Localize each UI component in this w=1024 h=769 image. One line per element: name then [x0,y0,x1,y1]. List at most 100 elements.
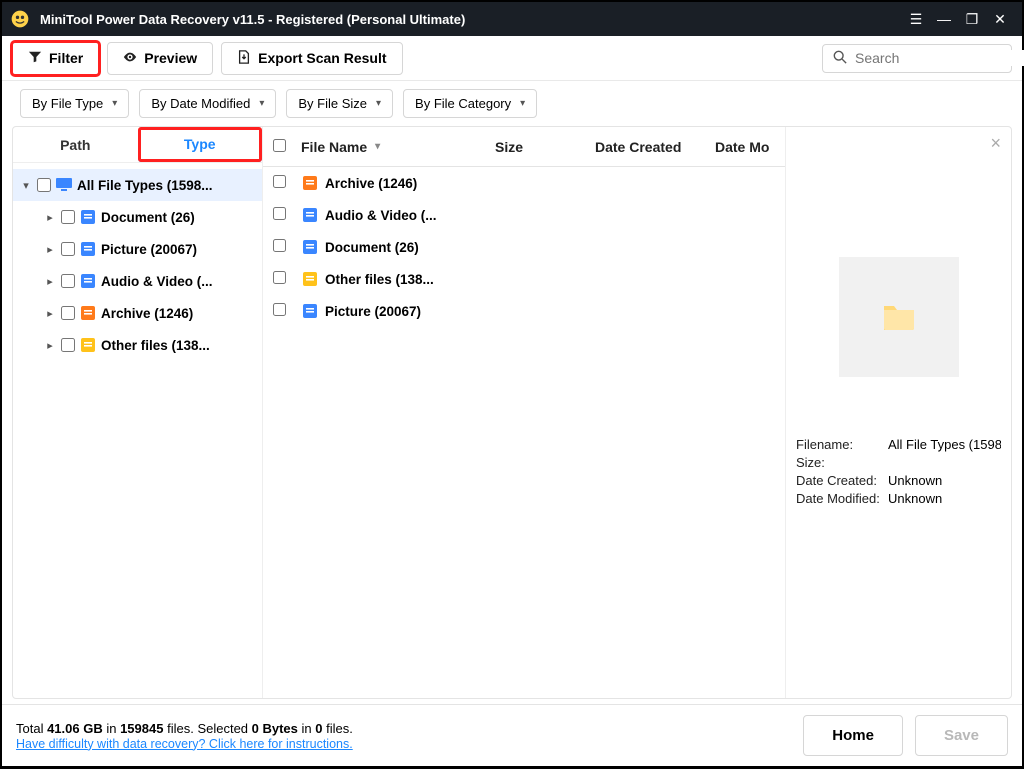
meta-date-created-value: Unknown [888,473,1001,488]
tree-item-label: Archive (1246) [101,306,193,321]
file-row[interactable]: Other files (138... [263,263,785,295]
select-all-checkbox[interactable] [273,139,286,152]
meta-date-created-label: Date Created: [796,473,888,488]
tree-item-checkbox[interactable] [61,210,75,224]
file-row[interactable]: Document (26) [263,231,785,263]
chevron-right-icon[interactable]: ▸ [43,243,57,256]
chevron-right-icon[interactable]: ▸ [43,339,57,352]
save-button[interactable]: Save [915,715,1008,756]
monitor-icon [55,176,73,194]
meta-date-modified-value: Unknown [888,491,1001,506]
tree-item[interactable]: ▸ Archive (1246) [13,297,262,329]
minimize-icon[interactable]: — [930,5,958,33]
row-checkbox[interactable] [273,239,286,252]
row-label: Picture (20067) [325,304,785,319]
tree-item-label: Document (26) [101,210,195,225]
meta-filename-label: Filename: [796,437,888,452]
chevron-down-icon[interactable]: ▾ [19,179,33,192]
col-date-created[interactable]: Date Created [595,139,715,155]
row-checkbox[interactable] [273,271,286,284]
preview-button[interactable]: Preview [107,42,213,75]
main-area: Path Type ▾ All File Types (1598... ▸ Doc… [12,126,1012,699]
col-file-name[interactable]: File Name▾ [301,139,495,155]
tree-item-label: Audio & Video (... [101,274,213,289]
row-checkbox[interactable] [273,303,286,316]
tree-item-label: Picture (20067) [101,242,197,257]
tree-item[interactable]: ▸ Audio & Video (... [13,265,262,297]
tree-root-label: All File Types (1598... [77,178,213,193]
search-icon [833,50,847,67]
meta-size-label: Size: [796,455,888,470]
export-icon [237,50,251,67]
tree-root[interactable]: ▾ All File Types (1598... [13,169,262,201]
col-size[interactable]: Size [495,139,595,155]
search-input[interactable] [855,50,1024,66]
filter-button[interactable]: Filter [12,42,99,75]
tree-item[interactable]: ▸ Document (26) [13,201,262,233]
close-icon[interactable]: ✕ [986,5,1014,33]
by-file-category-filter[interactable]: By File Category▾ [403,89,537,118]
chevron-right-icon[interactable]: ▸ [43,211,57,224]
home-button[interactable]: Home [803,715,903,756]
col-date-modified[interactable]: Date Mo [715,139,785,155]
chevron-right-icon[interactable]: ▸ [43,275,57,288]
chevron-down-icon: ▾ [259,98,264,109]
eye-icon [123,50,137,67]
preview-panel: × Filename:All File Types (15984 Size: D… [786,127,1011,698]
meta-filename-value: All File Types (15984 [888,437,1001,452]
category-icon [79,304,97,322]
row-label: Audio & Video (... [325,208,785,223]
tree-item-checkbox[interactable] [61,338,75,352]
folder-icon [882,302,916,332]
tree-item[interactable]: ▸Other files (138... [13,329,262,361]
tab-type[interactable]: Type [138,127,263,162]
file-row[interactable]: Archive (1246) [263,167,785,199]
export-button[interactable]: Export Scan Result [221,42,402,75]
tree-root-checkbox[interactable] [37,178,51,192]
row-label: Document (26) [325,240,785,255]
window-title: MiniTool Power Data Recovery v11.5 - Reg… [40,12,902,27]
file-list: File Name▾ Size Date Created Date Mo Arc… [263,127,786,698]
tab-path[interactable]: Path [13,127,138,162]
filter-icon [28,50,42,67]
column-headers: File Name▾ Size Date Created Date Mo [263,127,785,167]
chevron-down-icon: ▾ [112,98,117,109]
sort-indicator-icon: ▾ [375,141,380,152]
maximize-icon[interactable]: ❐ [958,5,986,33]
filter-bar: By File Type▾ By Date Modified▾ By File … [2,81,1022,126]
filter-button-label: Filter [49,50,83,66]
footer: Total 41.06 GB in 159845 files. Selected… [2,704,1022,766]
row-checkbox[interactable] [273,175,286,188]
by-date-modified-filter[interactable]: By Date Modified▾ [139,89,276,118]
tree: ▾ All File Types (1598... ▸ Document (26)… [13,163,262,698]
tree-item-checkbox[interactable] [61,242,75,256]
category-icon [301,206,319,224]
file-row[interactable]: Audio & Video (... [263,199,785,231]
file-row[interactable]: Picture (20067) [263,295,785,327]
chevron-down-icon: ▾ [376,98,381,109]
row-label: Archive (1246) [325,176,785,191]
category-icon [301,302,319,320]
close-preview-icon[interactable]: × [990,133,1001,154]
chevron-right-icon[interactable]: ▸ [43,307,57,320]
by-file-size-filter[interactable]: By File Size▾ [286,89,393,118]
by-file-type-filter[interactable]: By File Type▾ [20,89,129,118]
app-logo-icon [10,9,30,29]
tree-item[interactable]: ▸ Picture (20067) [13,233,262,265]
toolbar: Filter Preview Export Scan Result [2,36,1022,81]
footer-stats: Total 41.06 GB in 159845 files. Selected… [16,721,353,751]
category-icon [79,208,97,226]
export-button-label: Export Scan Result [258,50,386,66]
category-icon [301,270,319,288]
tree-item-checkbox[interactable] [61,274,75,288]
tree-item-checkbox[interactable] [61,306,75,320]
search-box[interactable] [822,44,1012,73]
sidebar-tabs: Path Type [13,127,262,163]
chevron-down-icon: ▾ [520,98,525,109]
row-checkbox[interactable] [273,207,286,220]
sidebar: Path Type ▾ All File Types (1598... ▸ Doc… [13,127,263,698]
menu-icon[interactable]: ☰ [902,5,930,33]
help-link[interactable]: Have difficulty with data recovery? Clic… [16,737,353,751]
category-icon [301,174,319,192]
preview-button-label: Preview [144,50,197,66]
